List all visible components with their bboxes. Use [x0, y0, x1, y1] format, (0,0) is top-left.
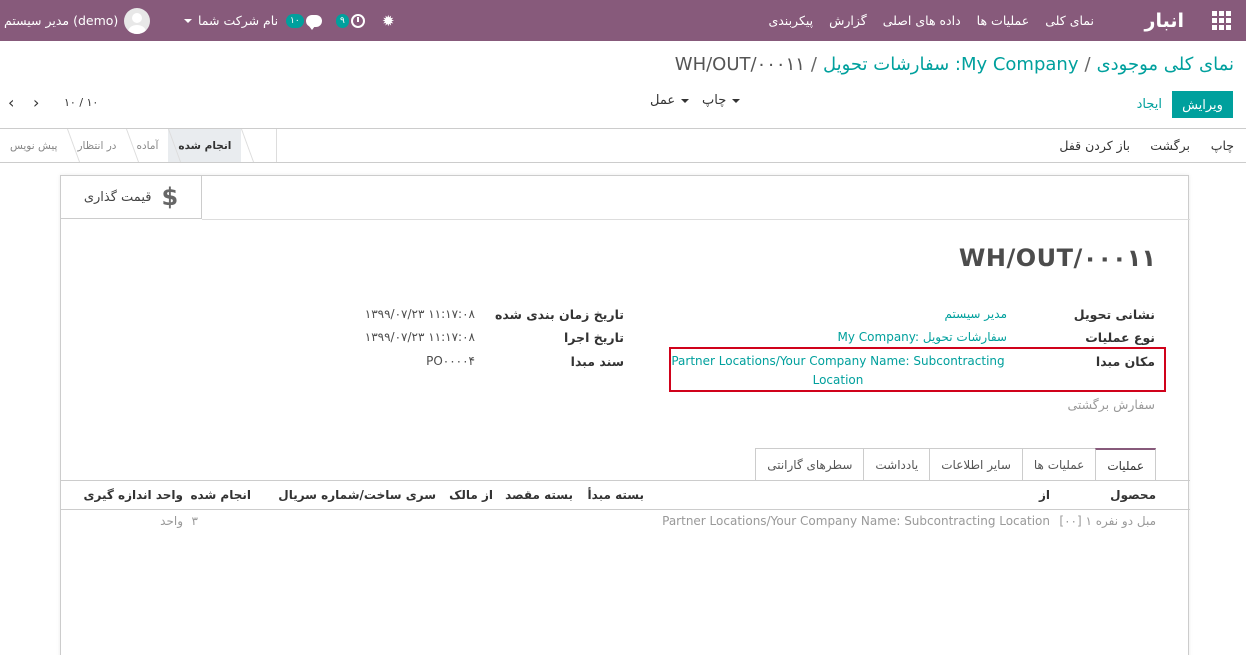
- unlock-button[interactable]: باز کردن قفل: [1059, 129, 1130, 162]
- operation-type-value[interactable]: My Company: سفارشات تحویل: [838, 330, 1007, 344]
- column-lot-serial[interactable]: سری ساخت/شماره سریال: [278, 488, 436, 502]
- delivery-address-label: نشانی تحویل: [1073, 307, 1155, 322]
- source-location-line2: Location: [812, 373, 864, 387]
- valuation-label: قیمت گذاری: [83, 189, 152, 205]
- breadcrumb: نمای کلی موجودی/My Company: سفارشات تحوی…: [674, 54, 1234, 75]
- menu-configuration[interactable]: پیکربندی: [768, 13, 813, 28]
- scheduled-date-value: ۱۳۹۹/۰۷/۲۳ ۱۱:۱۷:۰۸: [364, 307, 475, 321]
- action-dropdown[interactable]: عمل: [650, 93, 695, 108]
- scheduled-date-label: تاریخ زمان بندی شده: [494, 307, 624, 322]
- edit-button[interactable]: ویرایش: [1172, 91, 1233, 118]
- column-uom[interactable]: واحد اندازه گیری: [83, 488, 183, 502]
- debug-icon[interactable]: ✹: [382, 0, 395, 41]
- app-brand[interactable]: انبار: [1145, 0, 1184, 41]
- effective-date-label: تاریخ اجرا: [564, 330, 624, 345]
- top-navbar: انبار نمای کلی عملیات ها داده های اصلی گ…: [0, 0, 1246, 41]
- cell-product: [۰۰] مبل دو نفره ۱: [1059, 514, 1156, 528]
- next-record-icon[interactable]: ›: [33, 95, 39, 111]
- delivery-address-value[interactable]: مدیر سیستم: [945, 307, 1008, 321]
- menu-overview[interactable]: نمای کلی: [1045, 13, 1094, 28]
- form-sheet: قیمت گذاری $ WH/OUT/۰۰۰۱۱ نشانی تحویل مد…: [60, 175, 1190, 655]
- operation-type-label: نوع عملیات: [1085, 330, 1155, 345]
- menu-reporting[interactable]: گزارش: [829, 13, 867, 28]
- divider: [61, 480, 1190, 481]
- main-menu: نمای کلی عملیات ها داده های اصلی گزارش پ…: [752, 0, 1094, 41]
- create-button[interactable]: ایجاد: [1137, 91, 1162, 118]
- stage-draft[interactable]: پیش نویس: [0, 129, 67, 162]
- menu-master-data[interactable]: داده های اصلی: [883, 13, 961, 28]
- breadcrumb-inventory-overview[interactable]: نمای کلی موجودی: [1097, 54, 1234, 75]
- cell-from: Partner Locations/Your Company Name: Sub…: [662, 514, 1050, 528]
- avatar: [124, 7, 151, 34]
- tab-operations[interactable]: عملیات: [1095, 448, 1156, 481]
- source-document-label: سند مبدا: [570, 354, 624, 369]
- print-button[interactable]: چاپ: [1211, 129, 1234, 162]
- chevron-down-icon: [184, 18, 192, 23]
- apps-menu-icon[interactable]: [1212, 0, 1232, 41]
- divider: [61, 509, 1190, 510]
- stage-pipeline: انجام شده آماده در انتظار پیش نویس: [0, 129, 277, 162]
- source-location-line1: Partner Locations/Your Company Name: Sub…: [671, 354, 1005, 368]
- chevron-down-icon: [681, 98, 690, 103]
- print-dropdown[interactable]: چاپ: [702, 93, 746, 108]
- divider: [202, 219, 1190, 220]
- statusbar: چاپ برگشت باز کردن قفل انجام شده آماده د…: [0, 128, 1246, 163]
- column-source-package[interactable]: بسته مبدأ: [588, 488, 644, 502]
- tab-other-info[interactable]: سایر اطلاعات: [929, 448, 1023, 481]
- record-title: WH/OUT/۰۰۰۱۱: [958, 244, 1156, 272]
- column-destination-package[interactable]: بسته مقصد: [505, 488, 573, 502]
- action-dropdown-label: عمل: [650, 93, 676, 108]
- chat-badge: ۱۰: [286, 13, 304, 28]
- column-done[interactable]: انجام شده: [190, 488, 251, 502]
- chevron-down-icon: [732, 98, 741, 103]
- breadcrumb-delivery-orders[interactable]: My Company: سفارشات تحویل: [823, 54, 1079, 75]
- tab-note[interactable]: یادداشت: [863, 448, 931, 481]
- column-owner[interactable]: از مالک: [449, 488, 493, 502]
- valuation-smart-button[interactable]: قیمت گذاری $: [61, 176, 202, 219]
- chat-icon: [305, 14, 322, 30]
- clock-icon: [350, 13, 365, 28]
- dollar-icon: $: [161, 183, 179, 211]
- user-name: مدیر سیستم (demo): [4, 13, 119, 28]
- activity-badge: ۹: [336, 13, 349, 28]
- cell-uom: واحد: [160, 514, 183, 528]
- source-document-value: PO۰۰۰۰۴: [426, 354, 475, 368]
- effective-date-value: ۱۳۹۹/۰۷/۲۳ ۱۱:۱۷:۰۸: [364, 330, 475, 344]
- print-dropdown-label: چاپ: [702, 93, 727, 108]
- return-button[interactable]: برگشت: [1150, 129, 1190, 162]
- activity-menu[interactable]: ۹: [336, 0, 365, 41]
- company-switcher[interactable]: نام شرکت شما: [178, 0, 278, 41]
- tab-warranty-lines[interactable]: سطرهای گارانتی: [755, 448, 865, 481]
- column-from[interactable]: از: [1039, 488, 1050, 502]
- previous-record-icon[interactable]: ‹: [8, 95, 14, 111]
- source-location-value[interactable]: Partner Locations/Your Company Name: Sub…: [668, 352, 1008, 390]
- company-name: نام شرکت شما: [198, 13, 279, 28]
- return-order-label: سفارش برگشتی: [1067, 397, 1155, 412]
- user-menu[interactable]: مدیر سیستم (demo): [0, 0, 151, 41]
- messaging-menu[interactable]: ۱۰: [286, 0, 322, 41]
- tab-detailed-operations[interactable]: عملیات ها: [1021, 448, 1097, 481]
- pager-value[interactable]: ۱۰ / ۱۰: [64, 96, 98, 109]
- column-product[interactable]: محصول: [1110, 488, 1156, 502]
- breadcrumb-current: WH/OUT/۰۰۰۱۱: [674, 54, 805, 75]
- menu-operations[interactable]: عملیات ها: [977, 13, 1030, 28]
- cell-done: ۳: [191, 514, 198, 528]
- notebook-tabs: عملیات عملیات ها سایر اطلاعات یادداشت سط…: [755, 448, 1156, 481]
